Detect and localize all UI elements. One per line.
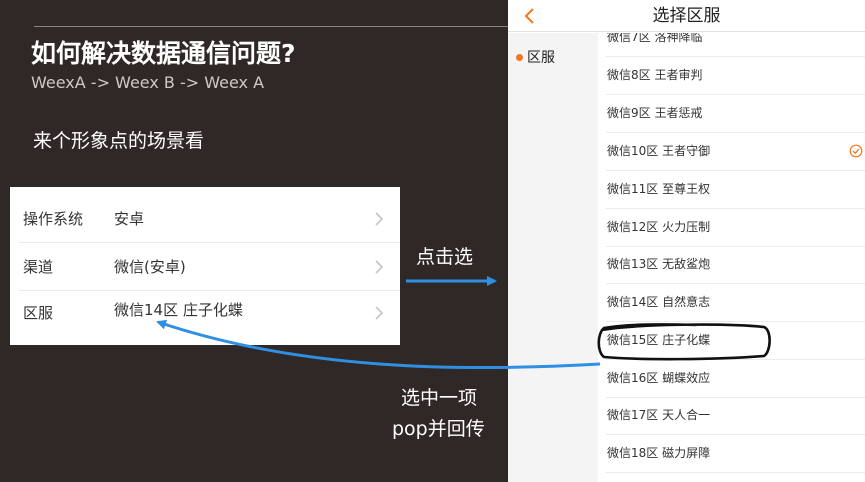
side-item-label: 区服 xyxy=(527,50,555,66)
annotation-pop-return: pop并回传 xyxy=(392,418,485,440)
nav-bar: 选择区服 xyxy=(508,0,865,32)
list-item[interactable]: 微信7区 洛神降临 xyxy=(598,33,865,57)
slide-caption: 来个形象点的场景看 xyxy=(33,130,205,152)
form-row-channel[interactable]: 渠道 微信(安卓) xyxy=(10,243,400,291)
top-divider xyxy=(34,26,508,27)
form-row-server[interactable]: 区服 微信14区 庄子化蝶 xyxy=(10,289,400,337)
list-item[interactable]: 微信11区 至尊王权 xyxy=(598,171,865,209)
server-label: 微信17区 天人合一 xyxy=(607,408,711,422)
form-row-value: 安卓 xyxy=(114,210,145,228)
form-panel: 操作系统 安卓 渠道 微信(安卓) 区服 微信14区 庄子化蝶 xyxy=(10,187,400,345)
side-item-server[interactable]: 区服 xyxy=(508,45,598,71)
server-label: 微信16区 蝴蝶效应 xyxy=(607,371,711,385)
form-row-os[interactable]: 操作系统 安卓 xyxy=(10,195,400,243)
list-item[interactable]: 微信17区 天人合一 xyxy=(598,397,865,435)
list-item[interactable]: 微信14区 自然意志 xyxy=(598,284,865,322)
server-label: 微信14区 自然意志 xyxy=(607,295,711,309)
form-row-label: 区服 xyxy=(23,304,54,322)
server-label: 微信12区 火力压制 xyxy=(607,220,711,234)
list-item[interactable]: 微信12区 火力压制 xyxy=(598,209,865,247)
side-column: 区服 xyxy=(508,33,598,482)
slide-title: 如何解决数据通信问题? xyxy=(31,39,296,68)
server-label: 微信9区 王者惩戒 xyxy=(607,106,703,120)
form-row-label: 渠道 xyxy=(23,258,54,276)
server-label: 微信10区 王者守御 xyxy=(607,144,711,158)
form-row-value: 微信(安卓) xyxy=(114,258,186,276)
nav-title: 选择区服 xyxy=(652,6,721,26)
chevron-right-icon xyxy=(375,212,384,226)
server-list: 微信7区 洛神降临 微信8区 王者审判 微信9区 王者惩戒 微信10区 王者守御… xyxy=(598,33,865,482)
server-label: 微信11区 至尊王权 xyxy=(607,182,711,196)
slide-subtitle: WeexA -> Weex B -> Weex A xyxy=(31,73,265,92)
form-row-label: 操作系统 xyxy=(23,210,84,228)
active-dot-icon xyxy=(516,54,523,61)
phone-screen: 选择区服 区服 微信7区 洛神降临 微信8区 王者审判 微信9区 王者惩戒 微信… xyxy=(508,0,865,482)
server-label: 微信8区 王者审判 xyxy=(607,68,703,82)
server-label: 微信18区 磁力屏障 xyxy=(607,446,711,460)
server-label: 微信13区 无敌鲨炮 xyxy=(607,257,711,271)
form-row-value: 微信14区 庄子化蝶 xyxy=(114,301,243,319)
list-item[interactable]: 微信8区 王者审判 xyxy=(598,57,865,95)
check-circle-icon xyxy=(849,144,863,158)
list-item[interactable]: 微信9区 王者惩戒 xyxy=(598,95,865,133)
chevron-right-icon xyxy=(375,306,384,320)
list-item[interactable]: 微信10区 王者守御 xyxy=(598,133,865,171)
chevron-right-icon xyxy=(375,260,384,274)
list-item[interactable]: 微信16区 蝴蝶效应 xyxy=(598,360,865,398)
list-item[interactable]: 微信13区 无敌鲨炮 xyxy=(598,246,865,284)
server-label: 微信7区 洛神降临 xyxy=(607,33,703,44)
annotation-select-one: 选中一项 xyxy=(401,387,478,409)
list-item[interactable]: 微信18区 磁力屏障 xyxy=(598,435,865,473)
highlight-ring xyxy=(597,323,771,361)
annotation-tap-select: 点击选 xyxy=(416,246,474,268)
